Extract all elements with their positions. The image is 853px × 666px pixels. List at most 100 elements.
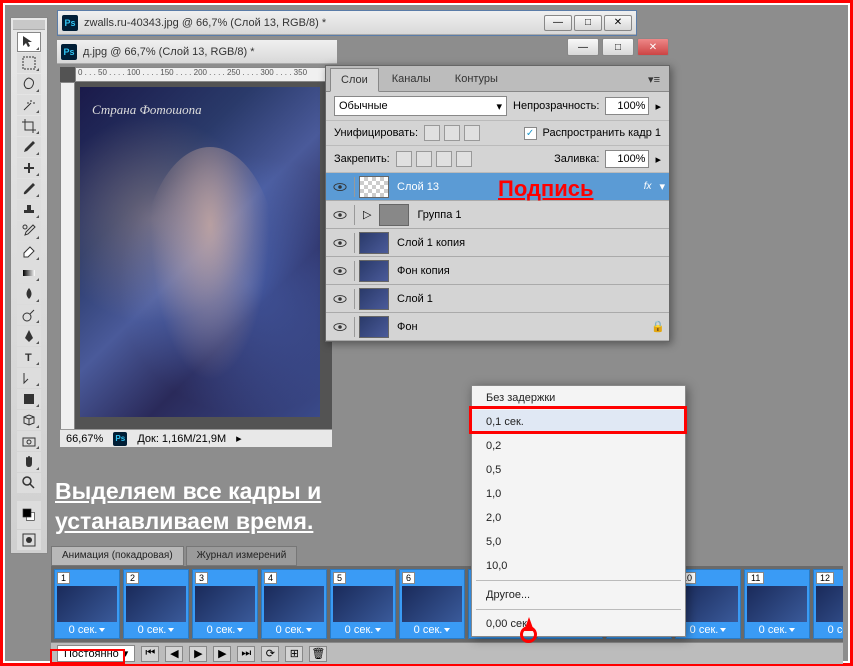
visibility-toggle[interactable] [330, 317, 350, 337]
document-canvas[interactable]: Страна Фотошопа [80, 87, 320, 417]
delay-current[interactable]: 0,00 сек. [472, 612, 685, 636]
delay-option[interactable]: 5,0 [472, 530, 685, 554]
minimize-button[interactable]: — [544, 15, 572, 31]
move-tool[interactable] [17, 32, 41, 52]
unify-style-icon[interactable] [464, 125, 480, 141]
opacity-input[interactable]: 100% [605, 97, 649, 115]
frame-delay-button[interactable]: 0 сек. [69, 624, 106, 636]
lock-pixels-icon[interactable] [416, 151, 432, 167]
frame-delay-button[interactable]: 0 сек. [414, 624, 451, 636]
marquee-tool[interactable] [17, 53, 41, 73]
frame-delay-button[interactable]: 0 сек. [138, 624, 175, 636]
tab-animation[interactable]: Анимация (покадровая) [51, 546, 184, 566]
gradient-tool[interactable] [17, 263, 41, 283]
history-brush-tool[interactable] [17, 221, 41, 241]
animation-frame[interactable]: 4 0 сек. [261, 569, 327, 639]
3d-tool[interactable] [17, 410, 41, 430]
main-titlebar[interactable]: Ps zwalls.ru-40343.jpg @ 66,7% (Слой 13,… [58, 11, 636, 35]
path-tool[interactable] [17, 368, 41, 388]
animation-frame[interactable]: 2 0 сек. [123, 569, 189, 639]
visibility-toggle[interactable] [330, 205, 350, 225]
dodge-tool[interactable] [17, 305, 41, 325]
eraser-tool[interactable] [17, 242, 41, 262]
visibility-toggle[interactable] [330, 261, 350, 281]
panel-maximize-button[interactable]: □ [602, 38, 634, 56]
layer-name[interactable]: Группа 1 [413, 209, 665, 221]
fill-arrow-icon[interactable]: ▸ [655, 153, 661, 166]
layer-row[interactable]: Фон копия [326, 257, 669, 285]
delay-option[interactable]: 10,0 [472, 554, 685, 578]
quick-mask-toggle[interactable] [17, 530, 41, 550]
panel-minimize-button[interactable]: — [567, 38, 599, 56]
tab-layers[interactable]: Слои [330, 68, 379, 92]
healing-tool[interactable] [17, 158, 41, 178]
delete-frame-button[interactable]: 🗑 [309, 646, 327, 662]
tab-paths[interactable]: Контуры [444, 67, 509, 91]
unify-position-icon[interactable] [424, 125, 440, 141]
tab-channels[interactable]: Каналы [381, 67, 442, 91]
hand-tool[interactable] [17, 452, 41, 472]
layer-name[interactable]: Слой 1 копия [393, 237, 665, 249]
delay-other[interactable]: Другое... [472, 583, 685, 607]
next-frame-button[interactable]: ▶ [213, 646, 231, 662]
delay-option[interactable]: 2,0 [472, 506, 685, 530]
new-frame-button[interactable]: ⊞ [285, 646, 303, 662]
fill-input[interactable]: 100% [605, 150, 649, 168]
panel-menu-icon[interactable]: ▾≡ [641, 68, 667, 91]
zoom-tool[interactable] [17, 473, 41, 493]
chevron-down-icon[interactable]: ▾ [659, 180, 665, 193]
animation-frame[interactable]: 5 0 сек. [330, 569, 396, 639]
maximize-button[interactable]: □ [574, 15, 602, 31]
blur-tool[interactable] [17, 284, 41, 304]
play-button[interactable]: ▶ [189, 646, 207, 662]
animation-frame[interactable]: 12 0 сек. [813, 569, 843, 639]
blend-mode-dropdown[interactable]: Обычные▾ [334, 96, 507, 116]
animation-frame[interactable]: 1 0 сек. [54, 569, 120, 639]
layer-row[interactable]: Фон 🔒 [326, 313, 669, 341]
visibility-toggle[interactable] [330, 233, 350, 253]
crop-tool[interactable] [17, 116, 41, 136]
frame-delay-button[interactable]: 0 сек. [759, 624, 796, 636]
delay-option[interactable]: 0,5 [472, 458, 685, 482]
eyedropper-tool[interactable] [17, 137, 41, 157]
opacity-arrow-icon[interactable]: ▸ [655, 100, 661, 113]
visibility-toggle[interactable] [330, 289, 350, 309]
lock-all-icon[interactable] [456, 151, 472, 167]
layer-row[interactable]: ▷ Группа 1 [326, 201, 669, 229]
delay-option[interactable]: 0,2 [472, 434, 685, 458]
window-close-button[interactable]: ✕ [604, 15, 632, 31]
folder-expand-icon[interactable]: ▷ [363, 208, 371, 221]
camera-tool[interactable] [17, 431, 41, 451]
layer-row[interactable]: Слой 1 [326, 285, 669, 313]
doc2-titlebar[interactable]: Ps д.jpg @ 66,7% (Слой 13, RGB/8) * [57, 40, 337, 64]
info-arrow-icon[interactable]: ▸ [236, 432, 242, 445]
shape-tool[interactable] [17, 389, 41, 409]
pen-tool[interactable] [17, 326, 41, 346]
unify-visibility-icon[interactable] [444, 125, 460, 141]
layer-name[interactable]: Слой 1 [393, 293, 665, 305]
visibility-toggle[interactable] [330, 177, 350, 197]
lock-position-icon[interactable] [436, 151, 452, 167]
layer-row[interactable]: Слой 1 копия [326, 229, 669, 257]
tab-measurement-log[interactable]: Журнал измерений [186, 546, 298, 566]
frame-delay-button[interactable]: 0 сек. [690, 624, 727, 636]
stamp-tool[interactable] [17, 200, 41, 220]
first-frame-button[interactable]: ⏮ [141, 646, 159, 662]
lasso-tool[interactable] [17, 74, 41, 94]
layer-name[interactable]: Фон [393, 321, 647, 333]
brush-tool[interactable] [17, 179, 41, 199]
frame-delay-button[interactable]: 0 сек. [345, 624, 382, 636]
propagate-checkbox[interactable]: ✓ [524, 127, 537, 140]
type-tool[interactable]: T [17, 347, 41, 367]
frame-delay-button[interactable]: 0 сек. [828, 624, 843, 636]
tween-button[interactable]: ⟳ [261, 646, 279, 662]
animation-frame[interactable]: 6 0 сек. [399, 569, 465, 639]
frame-delay-button[interactable]: 0 сек. [276, 624, 313, 636]
layer-name[interactable]: Фон копия [393, 265, 665, 277]
zoom-level[interactable]: 66,67% [66, 433, 103, 445]
wand-tool[interactable] [17, 95, 41, 115]
last-frame-button[interactable]: ⏭ [237, 646, 255, 662]
delay-option[interactable]: 1,0 [472, 482, 685, 506]
frame-delay-button[interactable]: 0 сек. [207, 624, 244, 636]
fg-bg-colors[interactable] [17, 501, 41, 529]
